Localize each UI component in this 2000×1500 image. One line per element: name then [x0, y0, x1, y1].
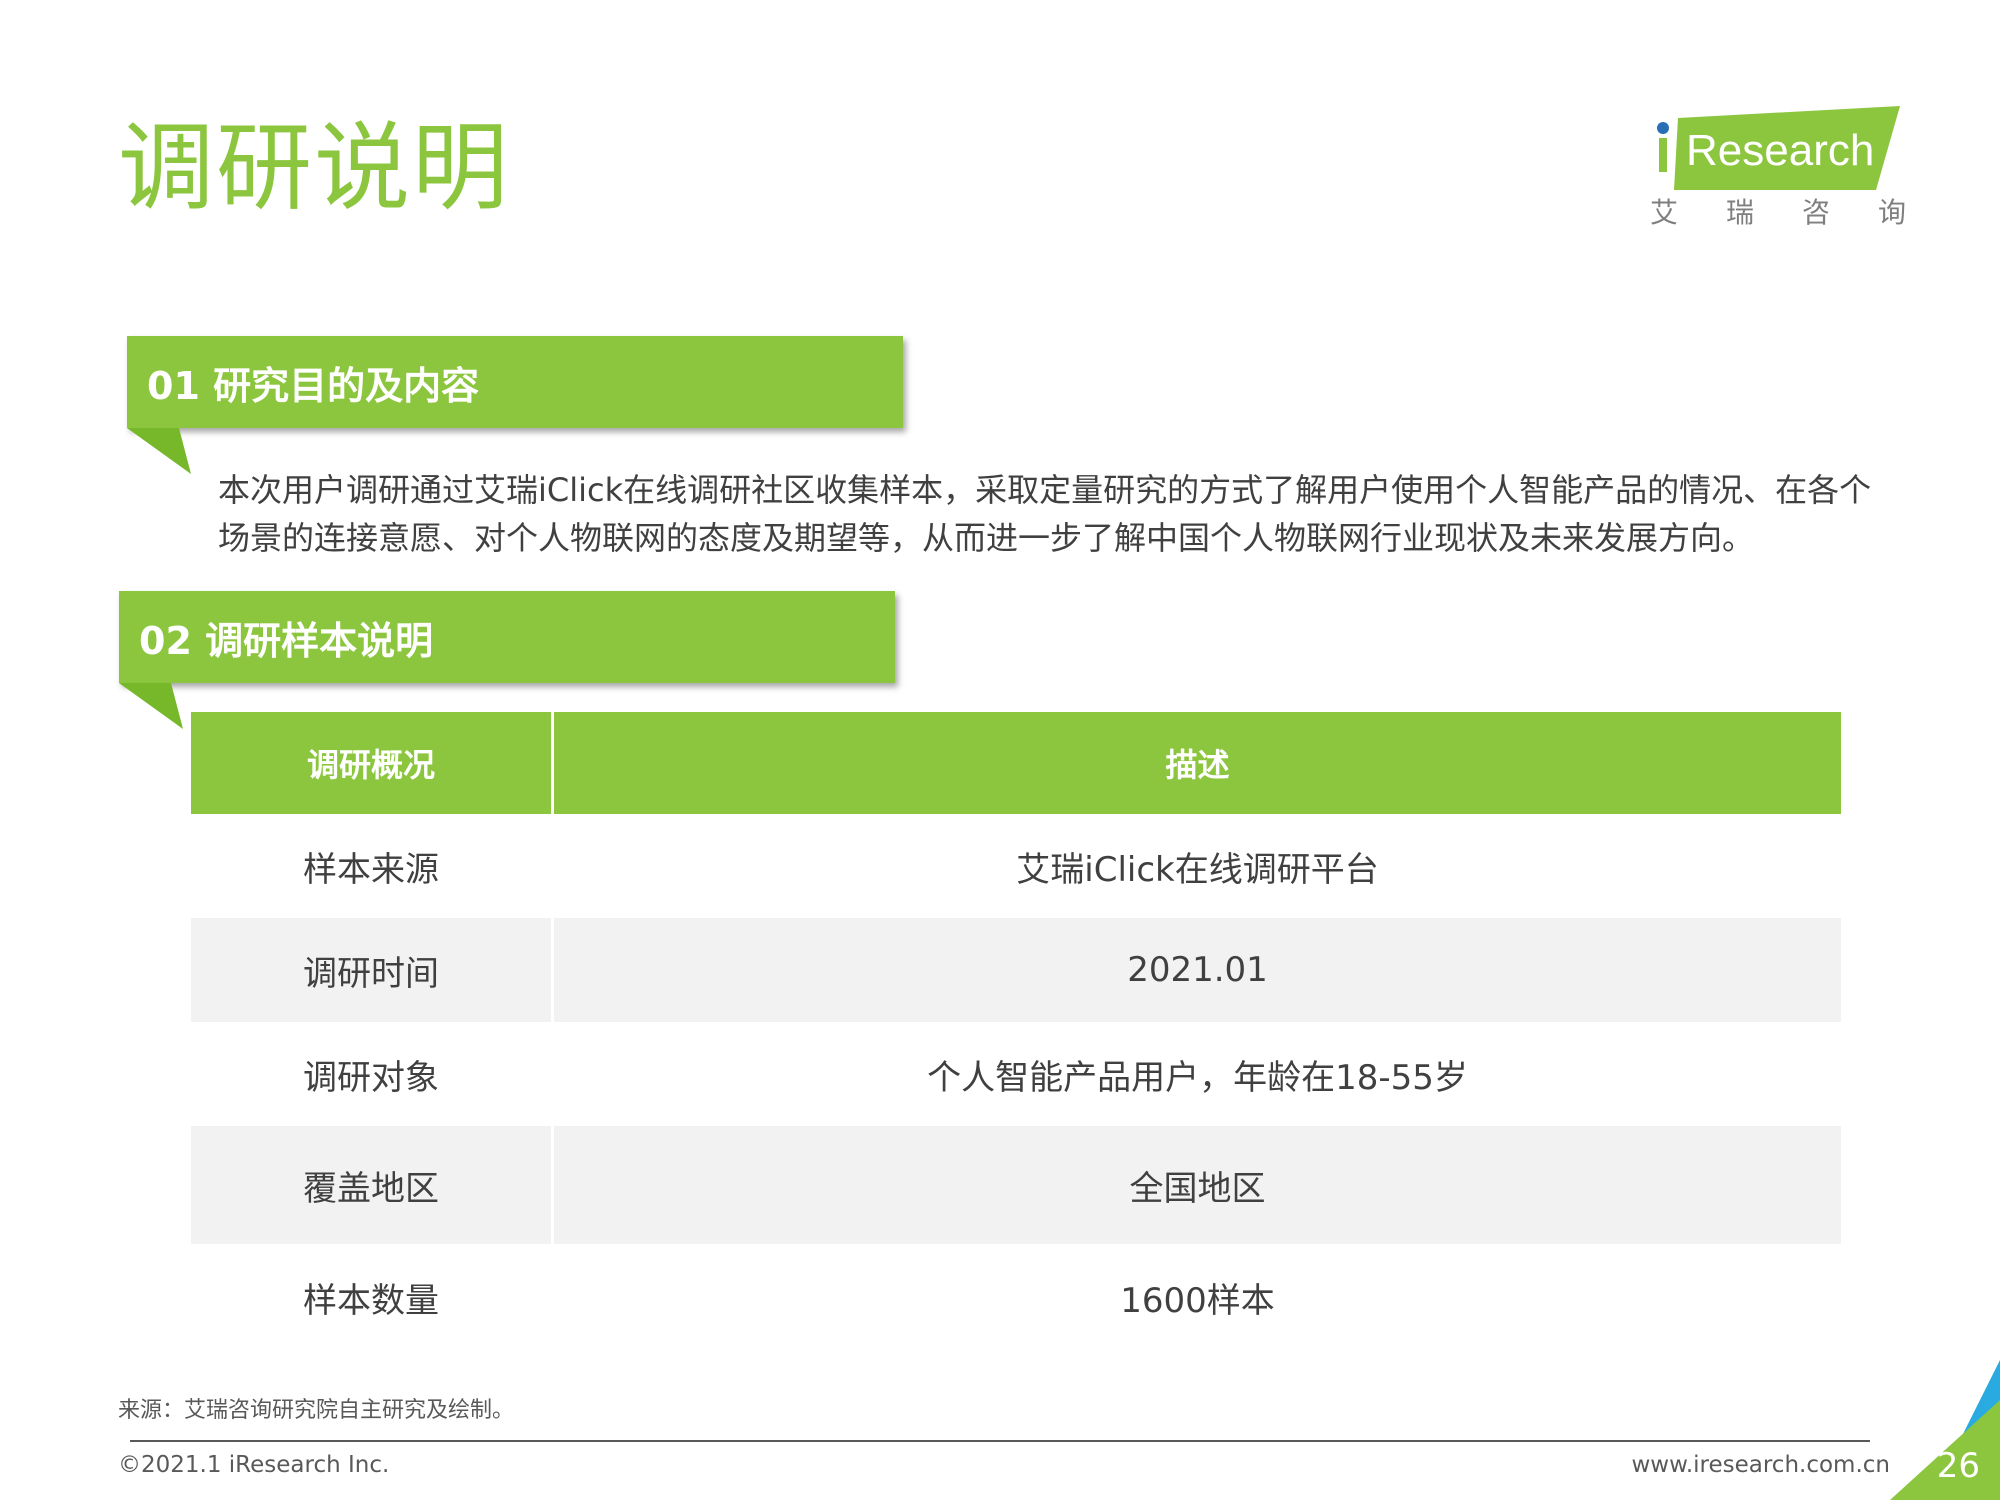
- logo-subtitle: 艾 瑞 咨 询: [1650, 196, 1906, 230]
- table-cell: 艾瑞iClick在线调研平台: [554, 814, 1841, 918]
- logo-i-stem: [1659, 138, 1667, 172]
- table-header-row: 调研概况 描述: [191, 712, 1841, 814]
- table-header-cell: 描述: [554, 712, 1841, 814]
- logo-char: 艾: [1650, 196, 1679, 229]
- copyright-text: ©2021.1 iResearch Inc.: [118, 1452, 390, 1478]
- section-label: 02 调研样本说明: [139, 618, 434, 663]
- table-cell: 覆盖地区: [191, 1126, 551, 1244]
- section-header-purpose: 01 研究目的及内容: [127, 336, 903, 428]
- sample-table: 调研概况 描述 样本来源 艾瑞iClick在线调研平台 调研时间 2021.01…: [191, 712, 1841, 1350]
- page-number: 26: [1936, 1446, 1980, 1486]
- section-tail: [119, 683, 183, 729]
- section-label: 01 研究目的及内容: [147, 363, 480, 408]
- table-row: 样本来源 艾瑞iClick在线调研平台: [191, 814, 1841, 918]
- table-cell: 个人智能产品用户，年龄在18-55岁: [554, 1022, 1841, 1126]
- table-cell: 样本来源: [191, 814, 551, 918]
- table-cell: 调研时间: [191, 918, 551, 1022]
- footer-divider: [130, 1440, 1870, 1442]
- table-header-cell: 调研概况: [191, 712, 551, 814]
- table-row: 覆盖地区 全国地区: [191, 1126, 1841, 1244]
- section-header-sample: 02 调研样本说明: [119, 591, 895, 683]
- logo-char: 询: [1877, 196, 1906, 229]
- table-cell: 2021.01: [554, 918, 1841, 1022]
- source-note: 来源：艾瑞咨询研究院自主研究及绘制。: [118, 1398, 515, 1423]
- logo-dot: [1657, 122, 1669, 134]
- table-cell: 调研对象: [191, 1022, 551, 1126]
- table-cell: 样本数量: [191, 1244, 551, 1350]
- table-row: 样本数量 1600样本: [191, 1244, 1841, 1350]
- table-row: 调研对象 个人智能产品用户，年龄在18-55岁: [191, 1022, 1841, 1126]
- section-tail: [127, 428, 191, 474]
- table-cell: 1600样本: [554, 1244, 1841, 1350]
- logo-char: 咨: [1801, 196, 1830, 229]
- logo-wordmark: Research: [1686, 126, 1875, 175]
- intro-paragraph: 本次用户调研通过艾瑞iClick在线调研社区收集样本，采取定量研究的方式了解用户…: [218, 471, 1872, 557]
- page-title: 调研说明: [118, 112, 510, 224]
- table-cell: 全国地区: [554, 1126, 1841, 1244]
- website-link[interactable]: www.iresearch.com.cn: [1632, 1450, 1891, 1480]
- table-row: 调研时间 2021.01: [191, 918, 1841, 1022]
- iresearch-logo: Research 艾 瑞 咨 询: [1650, 104, 1906, 234]
- logo-char: 瑞: [1725, 196, 1754, 229]
